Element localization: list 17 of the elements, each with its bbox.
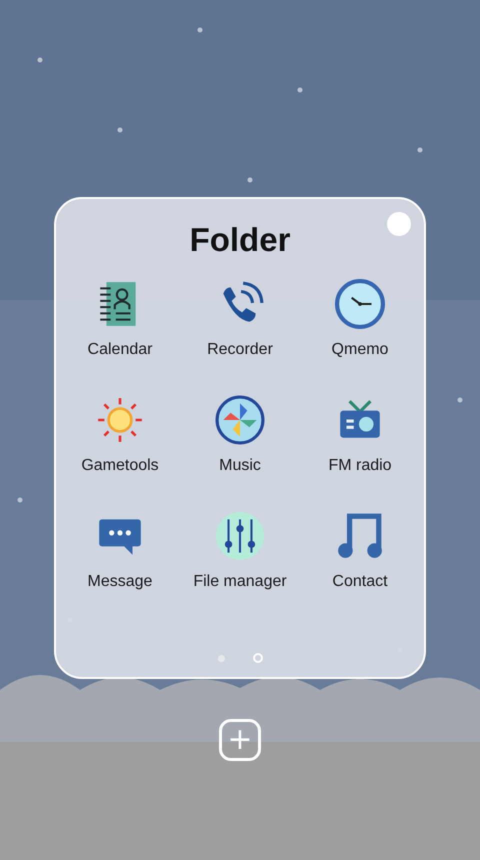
add-button[interactable]: + [219, 719, 261, 761]
folder-title: Folder [190, 221, 290, 259]
app-label: Qmemo [332, 341, 388, 359]
app-label: Calendar [88, 341, 152, 359]
app-label: Message [88, 573, 152, 591]
app-label: File manager [193, 573, 287, 591]
sun-icon[interactable] [95, 395, 145, 445]
app-label: Contact [332, 573, 388, 591]
app-label: FM radio [328, 457, 392, 475]
sliders-icon[interactable] [215, 511, 265, 561]
color-picker-dot[interactable] [387, 212, 411, 236]
clock-icon[interactable] [335, 279, 385, 329]
music-note-icon[interactable] [335, 511, 385, 561]
app-label: Gametools [81, 457, 159, 475]
pinwheel-icon[interactable] [215, 395, 265, 445]
app-label: Music [219, 457, 261, 475]
app-label: Recorder [207, 341, 273, 359]
